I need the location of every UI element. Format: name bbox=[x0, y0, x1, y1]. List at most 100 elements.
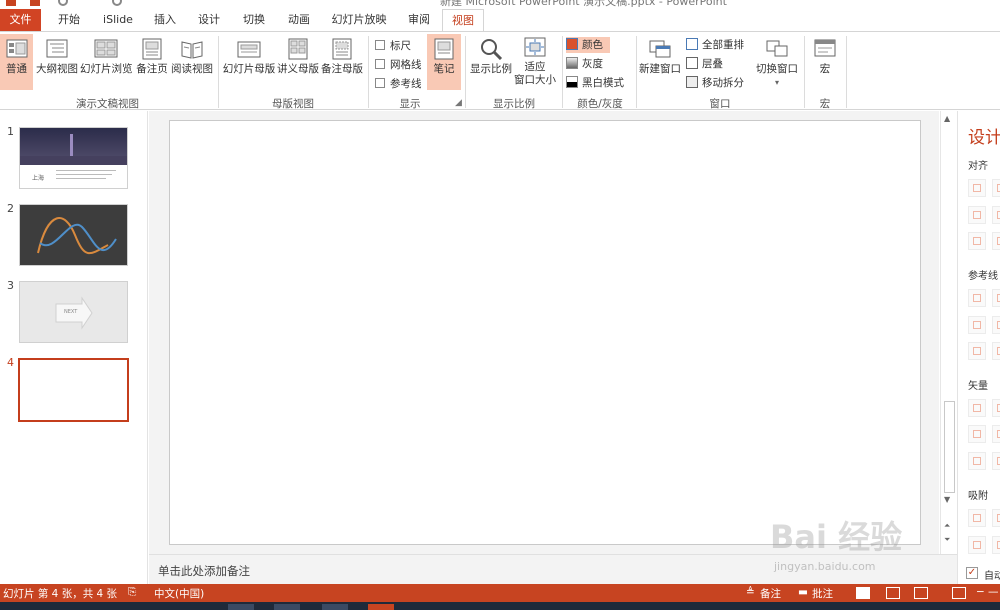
snap-right-icon[interactable] bbox=[992, 536, 1000, 554]
vertical-scrollbar[interactable]: ▲ ▼ ⏶ ⏷ bbox=[940, 111, 957, 554]
notes-status-button[interactable]: 备注 bbox=[760, 586, 781, 601]
customize-icon[interactable] bbox=[112, 0, 122, 6]
reading-view-button[interactable]: 阅读视图 bbox=[170, 34, 214, 90]
move-split-button[interactable]: 移动拆分 bbox=[686, 75, 744, 91]
cascade-button[interactable]: 层叠 bbox=[686, 56, 723, 72]
arrange-all-label: 全部重排 bbox=[702, 39, 744, 51]
zoom-slider[interactable]: — bbox=[988, 586, 999, 598]
sorter-view-status-icon[interactable] bbox=[886, 587, 900, 599]
current-slide[interactable] bbox=[169, 120, 921, 545]
text-to-shape-icon[interactable] bbox=[968, 452, 986, 470]
color-mode-button[interactable]: 颜色 bbox=[566, 37, 610, 53]
guide-left-icon[interactable] bbox=[968, 289, 986, 307]
guide-down-icon[interactable] bbox=[992, 316, 1000, 334]
normal-view-button[interactable]: 普通 bbox=[0, 34, 33, 90]
taskbar-app-icon[interactable] bbox=[228, 604, 254, 610]
slide-number: 2 bbox=[7, 202, 14, 215]
gridlines-checkbox[interactable]: 网格线 bbox=[375, 57, 422, 72]
comments-status-button[interactable]: 批注 bbox=[812, 586, 833, 601]
vector-union-icon[interactable] bbox=[968, 399, 986, 417]
guides-checkbox[interactable]: 参考线 bbox=[375, 76, 422, 91]
snap-top-icon[interactable] bbox=[968, 509, 986, 527]
tab-islide[interactable]: iSlide bbox=[96, 9, 140, 31]
scrollbar-thumb[interactable] bbox=[944, 401, 955, 493]
distribute-icon[interactable] bbox=[968, 232, 986, 250]
align-top-icon[interactable] bbox=[968, 206, 986, 224]
distribute-vertical-icon[interactable] bbox=[992, 232, 1000, 250]
notes-master-label: 备注母版 bbox=[321, 63, 363, 75]
vector-intersect-icon[interactable] bbox=[968, 425, 986, 443]
slide-sorter-icon bbox=[94, 39, 118, 58]
arrange-all-button[interactable]: 全部重排 bbox=[686, 37, 744, 53]
switch-window-button[interactable]: 切换窗口 ▾ bbox=[754, 34, 800, 90]
macros-button[interactable]: 宏 bbox=[808, 34, 842, 90]
tab-transitions[interactable]: 切换 bbox=[234, 9, 274, 31]
next-label: NEXT bbox=[64, 309, 78, 315]
spellcheck-icon[interactable]: ⎘ bbox=[128, 586, 136, 599]
tab-slideshow[interactable]: 幻灯片放映 bbox=[326, 9, 392, 31]
text-line bbox=[56, 174, 112, 175]
slide-thumbnail-1[interactable]: 上海 bbox=[19, 127, 128, 189]
taskbar-app-icon[interactable] bbox=[322, 604, 348, 610]
scroll-down-icon[interactable]: ▼ bbox=[944, 495, 950, 504]
handout-master-button[interactable]: 讲义母版 bbox=[276, 34, 320, 90]
dialog-launcher-icon[interactable]: ◢ bbox=[455, 98, 462, 108]
normal-view-status-icon[interactable] bbox=[856, 587, 870, 599]
guide-up-icon[interactable] bbox=[968, 316, 986, 334]
slideshow-status-icon[interactable] bbox=[952, 587, 966, 599]
vector-split-icon[interactable] bbox=[992, 452, 1000, 470]
macros-label: 宏 bbox=[819, 63, 831, 75]
notes-pane[interactable]: 单击此处添加备注 bbox=[149, 554, 957, 584]
notes-page-button[interactable]: 备注页 bbox=[134, 34, 170, 90]
guide-right-icon[interactable] bbox=[992, 289, 1000, 307]
zoom-button[interactable]: 显示比例 bbox=[469, 34, 513, 90]
taskbar-powerpoint-icon[interactable] bbox=[368, 604, 394, 610]
grayscale-button[interactable]: 灰度 bbox=[566, 56, 603, 72]
reading-view-status-icon[interactable] bbox=[914, 587, 928, 599]
vector-combine-icon[interactable] bbox=[992, 399, 1000, 417]
auto-checkbox[interactable]: ✓ bbox=[966, 567, 978, 579]
slide-thumbnail-3[interactable]: NEXT bbox=[19, 281, 128, 343]
slide-master-button[interactable]: 幻灯片母版 bbox=[222, 34, 276, 90]
notes-toggle-button[interactable]: 笔记 bbox=[427, 34, 461, 90]
guide-spacing-vertical-icon[interactable] bbox=[992, 342, 1000, 360]
align-left-icon[interactable] bbox=[968, 179, 986, 197]
checkbox-box bbox=[375, 59, 385, 69]
slide-sorter-button[interactable]: 幻灯片浏览 bbox=[80, 34, 133, 90]
scroll-up-icon[interactable]: ▲ bbox=[944, 114, 950, 123]
black-white-button[interactable]: 黑白模式 bbox=[566, 75, 624, 91]
zoom-out-icon[interactable]: − bbox=[976, 586, 985, 598]
tab-insert[interactable]: 插入 bbox=[146, 9, 184, 31]
previous-slide-icon[interactable]: ⏶ bbox=[944, 521, 950, 531]
tab-view[interactable]: 视图 bbox=[442, 9, 484, 32]
next-slide-icon[interactable]: ⏷ bbox=[944, 535, 950, 545]
section-snap: 吸附 bbox=[968, 491, 988, 502]
ribbon: 普通 大纲视图 幻灯片浏览 备注页 阅读视图 演示文稿视图 幻灯片母版 讲义母版 bbox=[0, 31, 1000, 110]
tab-animations[interactable]: 动画 bbox=[280, 9, 318, 31]
tab-design[interactable]: 设计 bbox=[190, 9, 228, 31]
vector-subtract-icon[interactable] bbox=[992, 425, 1000, 443]
new-window-button[interactable]: 新建窗口 bbox=[639, 34, 681, 90]
tab-review[interactable]: 审阅 bbox=[400, 9, 438, 31]
align-middle-icon[interactable] bbox=[992, 206, 1000, 224]
normal-view-label: 普通 bbox=[6, 63, 27, 75]
save-icon[interactable] bbox=[30, 0, 40, 6]
guide-spacing-icon[interactable] bbox=[968, 342, 986, 360]
guides-label: 参考线 bbox=[390, 78, 422, 90]
checkbox-box bbox=[375, 40, 385, 50]
ruler-checkbox[interactable]: 标尺 bbox=[375, 38, 411, 53]
new-window-label: 新建窗口 bbox=[639, 63, 681, 75]
tab-home[interactable]: 开始 bbox=[48, 9, 90, 31]
slide-thumbnail-4[interactable] bbox=[18, 358, 129, 422]
language-status[interactable]: 中文(中国) bbox=[154, 586, 204, 601]
snap-left-icon[interactable] bbox=[968, 536, 986, 554]
fit-window-button[interactable]: 适应 窗口大小 bbox=[513, 34, 557, 90]
tab-file[interactable]: 文件 bbox=[0, 9, 41, 31]
notes-master-button[interactable]: 备注母版 bbox=[320, 34, 364, 90]
snap-bottom-icon[interactable] bbox=[992, 509, 1000, 527]
taskbar-app-icon[interactable] bbox=[274, 604, 300, 610]
undo-icon[interactable] bbox=[58, 0, 68, 6]
outline-view-button[interactable]: 大纲视图 bbox=[35, 34, 79, 90]
slide-thumbnail-2[interactable] bbox=[19, 204, 128, 266]
align-center-icon[interactable] bbox=[992, 179, 1000, 197]
